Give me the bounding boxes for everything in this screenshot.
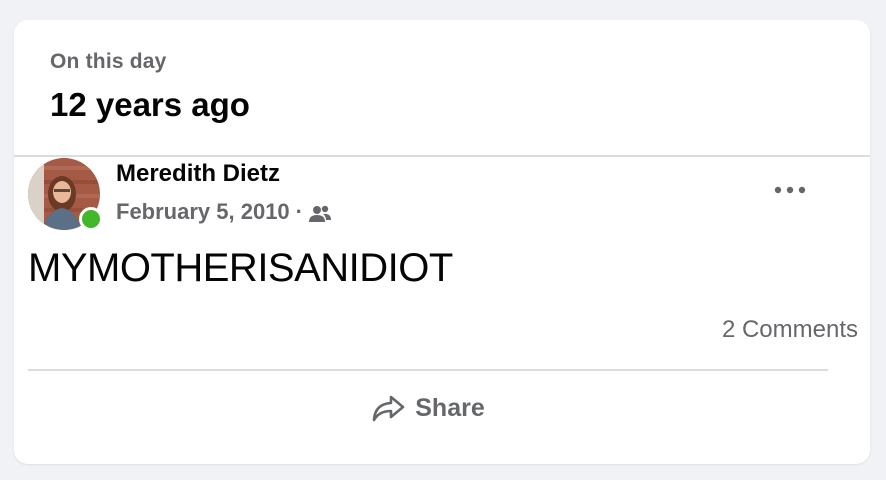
memory-eyebrow: On this day [50,50,167,73]
memory-header: On this day 12 years ago [14,20,870,157]
share-button[interactable]: Share [340,384,516,432]
memory-years-ago: 12 years ago [50,86,250,123]
more-options-icon [774,186,806,194]
action-divider [28,369,828,371]
share-arrow-icon [372,395,405,422]
meta-separator: · [295,199,303,224]
comments-count[interactable]: 2 Comments [722,316,858,344]
post-author-name[interactable]: Meredith Dietz [116,160,280,188]
share-label: Share [415,393,485,422]
post-text: MYMOTHERISANIDIOT [28,246,453,290]
post-date[interactable]: February 5, 2010 [116,199,290,225]
post-meta: February 5, 2010 · [116,199,331,225]
online-status-indicator [79,207,103,231]
more-options-button[interactable] [770,176,810,204]
friends-icon[interactable] [309,203,331,222]
